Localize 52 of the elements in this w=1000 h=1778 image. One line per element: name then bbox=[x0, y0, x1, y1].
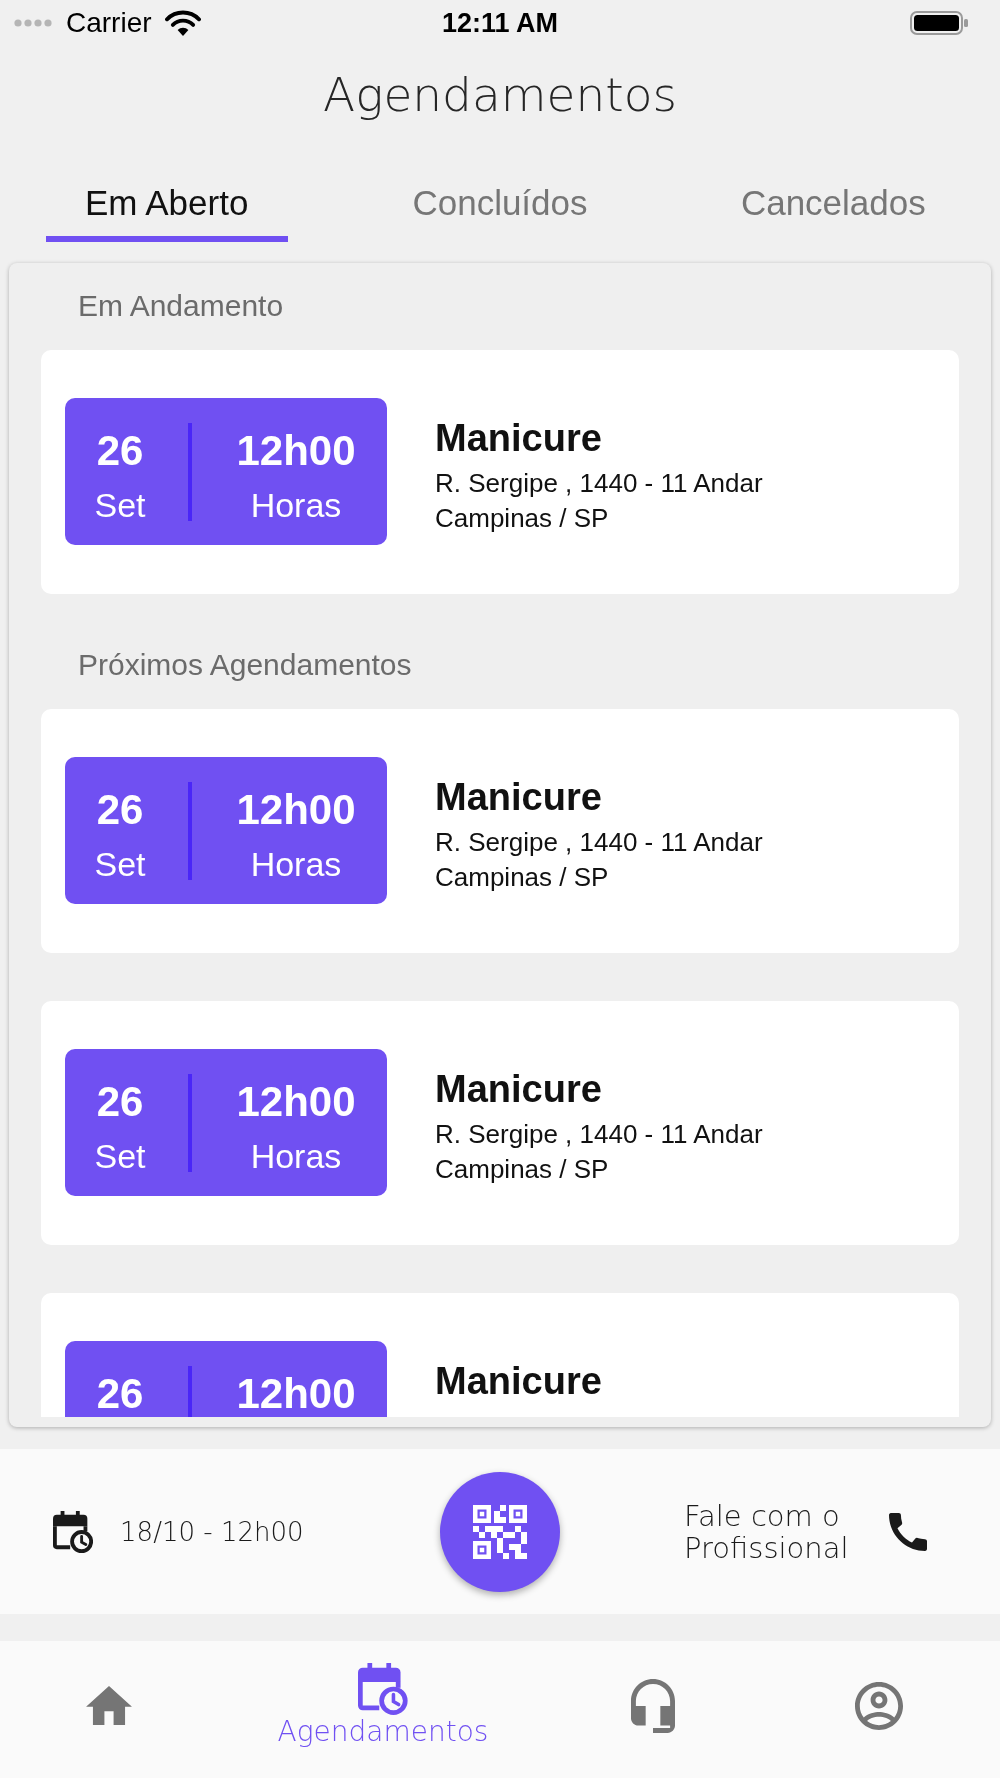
support-nav-button[interactable] bbox=[631, 1678, 675, 1733]
month-label: Set bbox=[94, 1136, 146, 1177]
signal-dots-icon bbox=[14, 18, 54, 27]
qr-code-button[interactable] bbox=[440, 1471, 560, 1592]
month-label: Set bbox=[94, 844, 146, 885]
city-text: Campinas / SP bbox=[435, 1153, 609, 1186]
address-text: R. Sergipe , 1440 - 11 Andar bbox=[435, 467, 763, 500]
appointment-card[interactable]: 26 Set 12h00 Horas Manicure R. Sergipe , 1440 - 11 Andar Campinas / SP bbox=[41, 1001, 959, 1245]
contact-professional-button[interactable]: Fale com o Profissional bbox=[684, 1499, 927, 1564]
tab[interactable]: Cancelados bbox=[712, 182, 955, 242]
page-title: Agendamentos bbox=[323, 66, 677, 124]
service-title: Manicure bbox=[435, 775, 602, 819]
city-text: Campinas / SP bbox=[435, 861, 609, 894]
battery-icon bbox=[910, 10, 968, 35]
section-heading: Próximos Agendamentos bbox=[78, 647, 413, 683]
service-title: Manicure bbox=[435, 1359, 602, 1403]
tab[interactable]: Concluídos bbox=[379, 182, 621, 242]
appointment-card[interactable]: 26 Set 12h00 Horas Manicure R. Sergipe , 1440 - 11 Andar Campinas / SP bbox=[41, 350, 959, 594]
tab[interactable]: Em Aberto bbox=[45, 182, 288, 242]
time-unit-label: Horas bbox=[250, 844, 342, 885]
time-text: 12h00 bbox=[236, 788, 356, 832]
phone-icon bbox=[889, 1512, 927, 1551]
time-unit-label: Horas bbox=[250, 1136, 342, 1177]
appointments-nav-button[interactable]: Agendamentos bbox=[277, 1662, 489, 1749]
day-number: 26 bbox=[96, 429, 144, 473]
wifi-icon bbox=[164, 9, 201, 36]
city-text: Campinas / SP bbox=[435, 502, 609, 535]
calendar-clock-icon bbox=[53, 1510, 94, 1553]
next-appointment-text: 18/10 - 12h00 bbox=[120, 1515, 304, 1548]
address-text: R. Sergipe , 1440 - 11 Andar bbox=[435, 826, 763, 859]
time-text: 12h00 bbox=[236, 1080, 356, 1124]
qr-code-icon bbox=[473, 1504, 527, 1559]
carrier-label: Carrier bbox=[66, 6, 152, 39]
home-icon bbox=[86, 1686, 132, 1725]
time-text: 12h00 bbox=[236, 1372, 356, 1416]
section-heading: Em Andamento bbox=[78, 288, 285, 324]
profile-nav-button[interactable] bbox=[855, 1681, 903, 1730]
calendar-clock-icon bbox=[358, 1662, 408, 1715]
appointment-card[interactable]: 26 12h00 Manicure bbox=[41, 1293, 959, 1417]
month-label: Set bbox=[94, 485, 146, 526]
time-unit-label: Horas bbox=[250, 485, 342, 526]
day-number: 26 bbox=[96, 1372, 144, 1416]
service-title: Manicure bbox=[435, 1067, 602, 1111]
status-time: 12:11 AM bbox=[441, 6, 559, 39]
appointment-card[interactable]: 26 Set 12h00 Horas Manicure R. Sergipe , 1440 - 11 Andar Campinas / SP bbox=[41, 709, 959, 953]
headset-icon bbox=[631, 1678, 675, 1733]
service-title: Manicure bbox=[435, 416, 602, 460]
address-text: R. Sergipe , 1440 - 11 Andar bbox=[435, 1118, 763, 1151]
day-number: 26 bbox=[96, 1080, 144, 1124]
time-text: 12h00 bbox=[236, 429, 356, 473]
day-number: 26 bbox=[96, 788, 144, 832]
home-nav-button[interactable] bbox=[86, 1686, 132, 1725]
